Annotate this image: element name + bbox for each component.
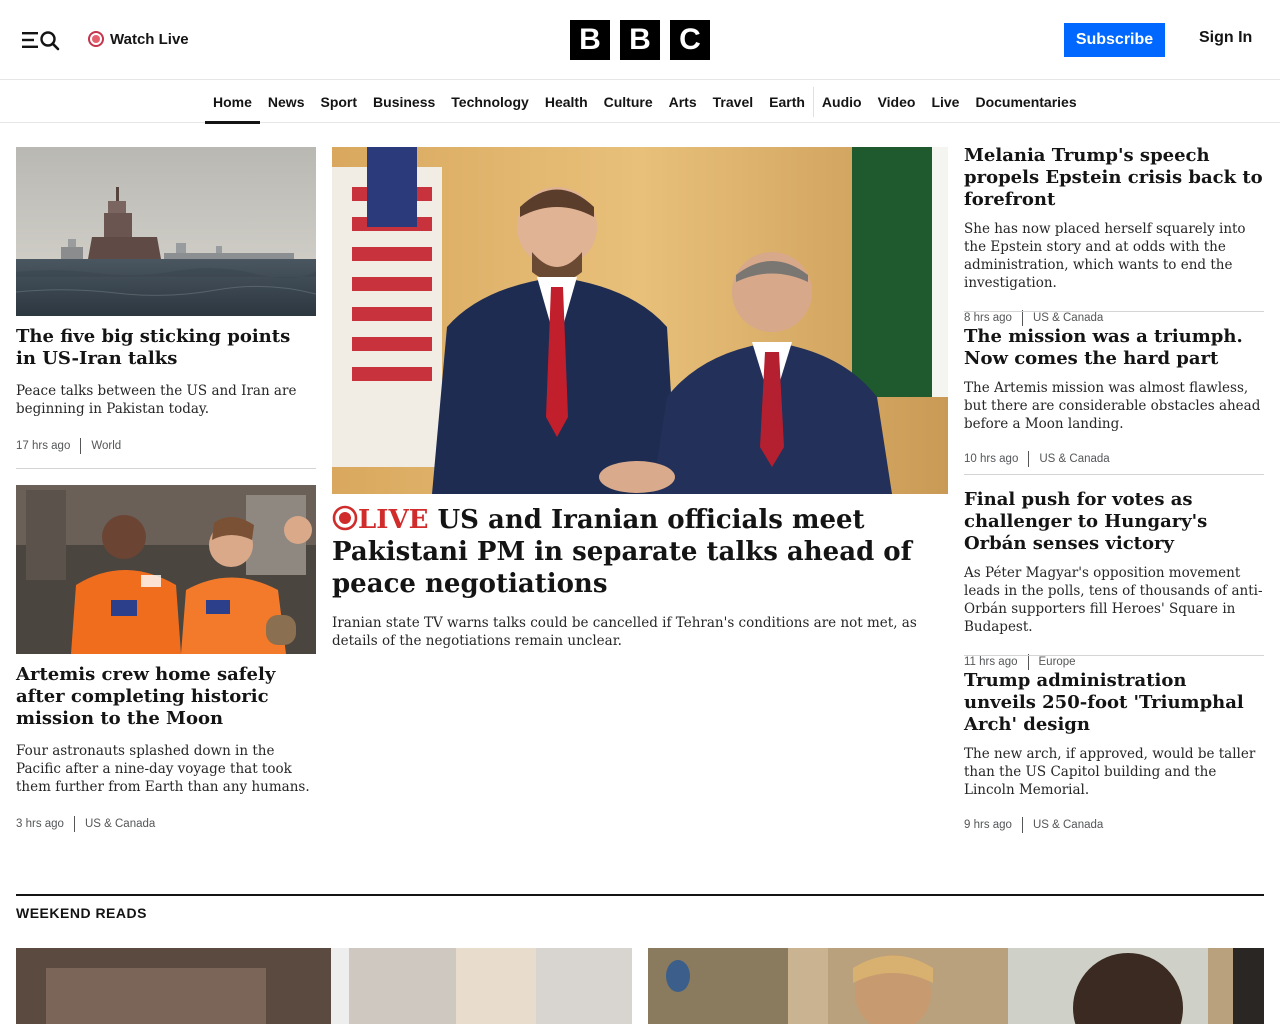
story-summary: The Artemis mission was almost flawless,… [964,380,1261,432]
story-meta: 11 hrs ago Europe [964,654,1264,670]
site-header: Watch Live B B C Subscribe Sign In [0,0,1280,80]
nav-item-live[interactable]: Live [923,81,967,123]
logo-letter-b1: B [570,20,610,60]
nav-item-documentaries[interactable]: Documentaries [967,81,1084,123]
story-time: 11 hrs ago [964,656,1018,668]
watch-live-label: Watch Live [110,30,189,48]
story-headline[interactable]: Final push for votes as challenger to Hu… [964,489,1264,555]
story-divider [964,474,1264,475]
nav-item-culture[interactable]: Culture [596,81,661,123]
story-summary: As Péter Magyar's opposition movement le… [964,565,1263,635]
weekend-read-photo-1 [16,948,632,1024]
nav-item-audio[interactable]: Audio [814,81,870,123]
nav-item-news[interactable]: News [260,81,313,123]
nav-item-sport[interactable]: Sport [312,81,365,123]
story-time: 8 hrs ago [964,312,1012,324]
lead-story: LIVE US and Iranian officials meet Pakis… [332,504,948,650]
story-meta: 3 hrs ago US & Canada [16,816,316,832]
artemis-astronauts-image [16,485,316,654]
story-section-link[interactable]: US & Canada [1029,453,1109,465]
story-headline[interactable]: Melania Trump's speech propels Epstein c… [964,145,1264,211]
story-divider [16,468,316,469]
nav-item-health[interactable]: Health [537,81,596,123]
bbc-logo[interactable]: B B C [570,20,710,60]
story-card-artemis: Artemis crew home safely after completin… [16,664,316,832]
story-meta: 17 hrs ago World [16,438,316,454]
menu-search-icon [22,31,60,51]
story-card-iran-talks: The five big sticking points in US-Iran … [16,326,316,454]
story-card-triumphal-arch: Trump administration unveils 250-foot 'T… [964,670,1264,833]
nav-item-travel[interactable]: Travel [705,81,761,123]
vance-sharif-handshake-image [332,147,948,494]
story-card-hungary: Final push for votes as challenger to Hu… [964,489,1264,670]
story-section-link[interactable]: US & Canada [1023,819,1103,831]
nav-item-business[interactable]: Business [365,81,443,123]
weekend-read-photo-2 [648,948,1264,1024]
story-meta: 8 hrs ago US & Canada [964,310,1264,326]
story-summary: The new arch, if approved, would be tall… [964,746,1256,798]
lead-story-image[interactable] [332,147,948,494]
lead-story-summary: Iranian state TV warns talks could be ca… [332,615,917,649]
nav-item-earth[interactable]: Earth [761,81,813,123]
story-section-link[interactable]: World [81,440,121,452]
section-rule [16,894,1264,896]
primary-nav: Home News Sport Business Technology Heal… [0,81,1280,124]
story-card-artemis-analysis: The mission was a triumph. Now comes the… [964,326,1264,467]
story-time: 9 hrs ago [964,819,1012,831]
story-card-melania: Melania Trump's speech propels Epstein c… [964,145,1264,326]
menu-search-button[interactable] [20,28,62,52]
story-headline[interactable]: The five big sticking points in US-Iran … [16,326,316,370]
weekend-read-image-1[interactable] [16,948,632,1024]
story-image-tanker[interactable] [16,147,316,316]
oil-tanker-image [16,147,316,316]
nav-item-home[interactable]: Home [205,81,260,124]
subscribe-button[interactable]: Subscribe [1064,23,1165,57]
story-headline[interactable]: The mission was a triumph. Now comes the… [964,326,1264,370]
story-section-link[interactable]: US & Canada [1023,312,1103,324]
story-headline[interactable]: Artemis crew home safely after completin… [16,664,316,730]
weekend-read-image-2[interactable] [648,948,1264,1024]
logo-letter-b2: B [620,20,660,60]
story-section-link[interactable]: Europe [1029,656,1076,668]
nav-item-video[interactable]: Video [870,81,924,123]
story-meta: 9 hrs ago US & Canada [964,817,1264,833]
logo-letter-c: C [670,20,710,60]
lead-story-headline[interactable]: LIVE US and Iranian officials meet Pakis… [332,504,948,600]
story-divider [964,311,1264,312]
watch-live-link[interactable]: Watch Live [88,29,189,49]
story-divider [964,655,1264,656]
story-summary: Four astronauts splashed down in the Pac… [16,743,310,795]
story-summary: She has now placed herself squarely into… [964,221,1246,291]
nav-item-arts[interactable]: Arts [661,81,705,123]
story-image-astronauts[interactable] [16,485,316,654]
story-time: 3 hrs ago [16,818,64,830]
story-section-link[interactable]: US & Canada [75,818,155,830]
story-time: 10 hrs ago [964,453,1019,465]
weekend-reads-title[interactable]: WEEKEND READS [16,905,147,921]
sign-in-link[interactable]: Sign In [1199,29,1252,47]
live-label: LIVE [358,505,429,535]
story-meta: 10 hrs ago US & Canada [964,451,1264,467]
nav-item-technology[interactable]: Technology [443,81,537,123]
story-summary: Peace talks between the US and Iran are … [16,383,297,417]
story-time: 17 hrs ago [16,440,71,452]
live-icon [332,505,358,531]
story-headline[interactable]: Trump administration unveils 250-foot 'T… [964,670,1264,736]
live-indicator-icon [88,31,104,47]
